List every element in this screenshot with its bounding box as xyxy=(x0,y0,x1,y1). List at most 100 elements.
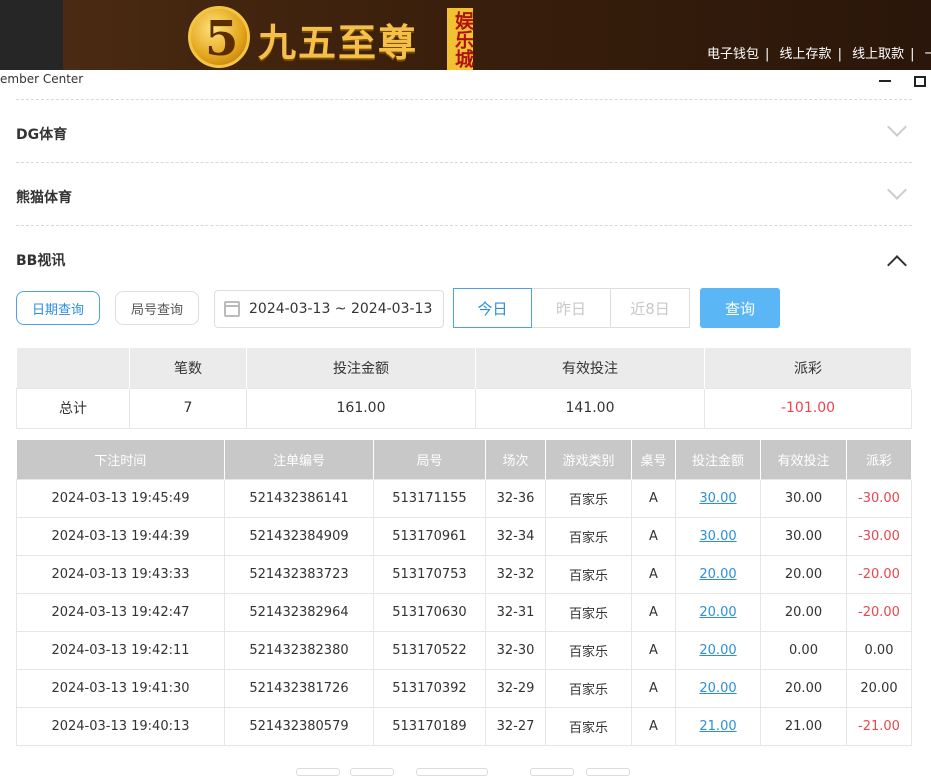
cell-bet-amount[interactable]: 30.00 xyxy=(675,516,761,556)
detail-header: 下注时间 xyxy=(16,440,225,479)
minimize-icon[interactable] xyxy=(879,80,891,82)
summary-cell-bet: 161.00 xyxy=(246,387,476,429)
detail-header: 局号 xyxy=(373,440,486,479)
detail-header: 场次 xyxy=(485,440,546,479)
cell-session: 32-31 xyxy=(485,592,546,632)
section-bb-live[interactable]: BB视讯 xyxy=(16,225,912,288)
section-panda-sports[interactable]: 熊猫体育 xyxy=(16,162,912,225)
summary-header: 派彩 xyxy=(704,348,912,388)
cell-round-id: 513170753 xyxy=(373,554,486,594)
top-nav-links: 电子钱包 | 线上存款 | 线上取款 | 一 xyxy=(707,43,931,62)
date-query-tab[interactable]: 日期查询 xyxy=(16,291,100,325)
cell-session: 32-30 xyxy=(485,630,546,670)
detail-header-row: 下注时间 注单编号 局号 场次 游戏类别 桌号 投注金额 有效投注 派彩 xyxy=(16,440,912,479)
summary-header: 有效投注 xyxy=(475,348,705,388)
pager-button[interactable] xyxy=(586,768,630,776)
summary-cell-valid: 141.00 xyxy=(475,387,705,429)
yesterday-button[interactable]: 昨日 xyxy=(532,288,611,328)
today-button[interactable]: 今日 xyxy=(453,288,532,328)
section-label: 熊猫体育 xyxy=(16,190,72,206)
cell-round-id: 513170961 xyxy=(373,516,486,556)
cell-bet-id: 521432383723 xyxy=(224,554,374,594)
table-row: 2024-03-13 19:42:47 521432382964 513170630… xyxy=(16,592,912,632)
cell-valid-bet: 0.00 xyxy=(760,630,847,670)
nav-link-more[interactable]: 一 xyxy=(925,47,931,62)
cell-payout: -30.00 xyxy=(846,516,912,556)
cell-table-no: A xyxy=(631,516,676,556)
logo-digit: 5 xyxy=(205,11,239,67)
cell-game-type: 百家乐 xyxy=(545,516,632,556)
section-dg-sports[interactable]: DG体育 xyxy=(16,99,912,162)
cell-round-id: 513170522 xyxy=(373,630,486,670)
section-label: DG体育 xyxy=(16,127,68,143)
cell-bet-amount[interactable]: 21.00 xyxy=(675,706,761,746)
cell-table-no: A xyxy=(631,554,676,594)
nav-link-withdraw[interactable]: 线上取款 xyxy=(852,47,904,62)
nav-link-deposit[interactable]: 线上存款 xyxy=(780,47,832,62)
round-query-tab[interactable]: 局号查询 xyxy=(115,291,199,325)
cell-session: 32-32 xyxy=(485,554,546,594)
pager-button[interactable] xyxy=(530,768,574,776)
cell-bet-amount[interactable]: 20.00 xyxy=(675,554,761,594)
pager-button[interactable] xyxy=(350,768,394,776)
summary-header xyxy=(16,348,130,388)
filter-bar: 日期查询 局号查询 2024-03-13 ~ 2024-03-13 今日 昨日 … xyxy=(16,288,912,328)
summary-cell-label: 总计 xyxy=(16,387,130,429)
pager-button[interactable] xyxy=(296,768,340,776)
cell-session: 32-34 xyxy=(485,516,546,556)
cell-bet-time: 2024-03-13 19:41:30 xyxy=(16,668,225,708)
detail-header: 投注金额 xyxy=(675,440,761,479)
cell-payout: -20.00 xyxy=(846,554,912,594)
cell-valid-bet: 30.00 xyxy=(760,516,847,556)
cell-bet-id: 521432382964 xyxy=(224,592,374,632)
cell-valid-bet: 20.00 xyxy=(760,554,847,594)
cell-bet-time: 2024-03-13 19:45:49 xyxy=(16,478,225,518)
logo-icon[interactable]: 5 xyxy=(188,6,250,68)
cell-game-type: 百家乐 xyxy=(545,668,632,708)
window-title: ember Center xyxy=(0,72,84,86)
cell-bet-id: 521432384909 xyxy=(224,516,374,556)
date-range-picker[interactable]: 2024-03-13 ~ 2024-03-13 xyxy=(214,290,444,328)
cell-round-id: 513171155 xyxy=(373,478,486,518)
cell-game-type: 百家乐 xyxy=(545,706,632,746)
last-8-days-button[interactable]: 近8日 xyxy=(611,288,690,328)
query-button[interactable]: 查询 xyxy=(700,288,780,328)
nav-separator: | xyxy=(765,47,770,62)
bet-detail-table: 下注时间 注单编号 局号 场次 游戏类别 桌号 投注金额 有效投注 派彩 202… xyxy=(16,440,912,746)
date-range-value: 2024-03-13 ~ 2024-03-13 xyxy=(249,301,433,317)
cell-table-no: A xyxy=(631,706,676,746)
detail-header: 派彩 xyxy=(846,440,912,479)
nav-separator: | xyxy=(837,47,842,62)
pager-button[interactable] xyxy=(416,768,488,776)
cell-bet-id: 521432381726 xyxy=(224,668,374,708)
cell-table-no: A xyxy=(631,592,676,632)
chevron-down-icon[interactable] xyxy=(887,180,907,200)
chevron-down-icon[interactable] xyxy=(887,117,907,137)
cell-valid-bet: 20.00 xyxy=(760,668,847,708)
cell-bet-time: 2024-03-13 19:40:13 xyxy=(16,706,225,746)
detail-header: 桌号 xyxy=(631,440,676,479)
cell-bet-id: 521432380579 xyxy=(224,706,374,746)
nav-link-wallet[interactable]: 电子钱包 xyxy=(707,47,759,62)
table-row: 2024-03-13 19:41:30 521432381726 513170392… xyxy=(16,668,912,708)
summary-header: 笔数 xyxy=(129,348,247,388)
section-label: BB视讯 xyxy=(16,253,66,269)
cell-bet-amount[interactable]: 20.00 xyxy=(675,592,761,632)
calendar-icon xyxy=(224,301,240,317)
cell-bet-time: 2024-03-13 19:42:11 xyxy=(16,630,225,670)
logo-tag-text: 娱乐城 xyxy=(452,10,474,68)
banner-left-block xyxy=(0,0,63,70)
cell-table-no: A xyxy=(631,668,676,708)
chevron-up-icon[interactable] xyxy=(887,255,907,275)
cell-bet-amount[interactable]: 30.00 xyxy=(675,478,761,518)
cell-bet-amount[interactable]: 20.00 xyxy=(675,630,761,670)
maximize-icon[interactable] xyxy=(914,76,926,87)
cell-valid-bet: 30.00 xyxy=(760,478,847,518)
table-row: 2024-03-13 19:45:49 521432386141 513171155… xyxy=(16,478,912,518)
summary-cell-count: 7 xyxy=(129,387,247,429)
detail-header: 有效投注 xyxy=(760,440,847,479)
cell-session: 32-29 xyxy=(485,668,546,708)
cell-bet-amount[interactable]: 20.00 xyxy=(675,668,761,708)
cell-table-no: A xyxy=(631,478,676,518)
nav-separator: | xyxy=(910,47,915,62)
